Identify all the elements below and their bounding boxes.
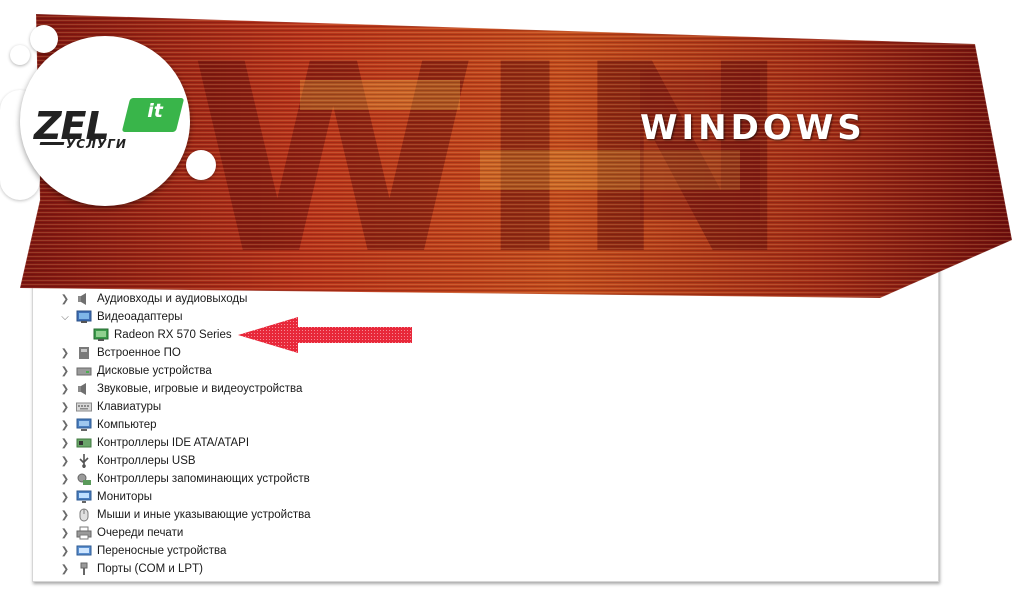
logo-underline bbox=[39, 142, 65, 145]
firmware-icon bbox=[76, 346, 92, 360]
decor-bubble-icon bbox=[10, 45, 30, 65]
tree-item-label: Мыши и иные указывающие устройства bbox=[97, 509, 311, 521]
chevron-right-icon[interactable]: ❯ bbox=[59, 365, 71, 377]
display-adapter-icon bbox=[76, 310, 92, 324]
chevron-down-icon[interactable]: ⌵ bbox=[59, 311, 71, 323]
tree-item-storage-controllers[interactable]: ❯ Контроллеры запоминающих устройств bbox=[59, 470, 310, 488]
chevron-right-icon[interactable]: ❯ bbox=[59, 437, 71, 449]
tree-item-label: Контроллеры IDE ATA/ATAPI bbox=[97, 437, 250, 449]
speaker-icon bbox=[76, 382, 92, 396]
keyboard-icon bbox=[76, 400, 92, 414]
tree-item-firmware[interactable]: ❯ Встроенное ПО bbox=[59, 344, 181, 362]
tree-item-label: Клавиатуры bbox=[97, 401, 162, 413]
chevron-right-icon[interactable]: ❯ bbox=[59, 473, 71, 485]
chevron-right-icon[interactable]: ❯ bbox=[59, 347, 71, 359]
tree-item-ports[interactable]: ❯ Порты (COM и LPT) bbox=[59, 560, 203, 578]
tree-item-label: Контроллеры USB bbox=[97, 455, 196, 467]
display-adapter-icon bbox=[93, 328, 109, 342]
chevron-right-icon[interactable]: ❯ bbox=[59, 383, 71, 395]
tree-item-label: Видеоадаптеры bbox=[97, 311, 183, 323]
printer-icon bbox=[76, 526, 92, 540]
ide-controller-icon bbox=[76, 436, 92, 450]
computer-icon bbox=[76, 418, 92, 432]
tree-item-usb-controllers[interactable]: ❯ Контроллеры USB bbox=[59, 452, 196, 470]
storage-controller-icon bbox=[76, 472, 92, 486]
chevron-right-icon[interactable]: ❯ bbox=[59, 491, 71, 503]
banner-title: WINDOWS bbox=[640, 108, 866, 148]
tree-item-label: Очереди печати bbox=[97, 527, 184, 539]
tree-item-mice[interactable]: ❯ Мыши и иные указывающие устройства bbox=[59, 506, 311, 524]
decor-bubble-icon bbox=[30, 25, 58, 53]
monitor-icon bbox=[76, 490, 92, 504]
tree-item-label: Порты (COM и LPT) bbox=[97, 563, 203, 575]
chevron-right-icon[interactable]: ❯ bbox=[59, 401, 71, 413]
tree-item-label: Компьютер bbox=[97, 419, 157, 431]
tree-item-computer[interactable]: ❯ Компьютер bbox=[59, 416, 157, 434]
mouse-icon bbox=[76, 508, 92, 522]
tree-item-sound-video[interactable]: ❯ Звуковые, игровые и видеоустройства bbox=[59, 380, 302, 398]
tree-item-display-adapters[interactable]: ⌵ Видеоадаптеры bbox=[59, 308, 183, 326]
tree-item-monitors[interactable]: ❯ Мониторы bbox=[59, 488, 152, 506]
tree-item-print-queues[interactable]: ❯ Очереди печати bbox=[59, 524, 183, 542]
tree-item-keyboards[interactable]: ❯ Клавиатуры bbox=[59, 398, 161, 416]
tree-item-ide-controllers[interactable]: ❯ Контроллеры IDE ATA/ATAPI bbox=[59, 434, 249, 452]
device-manager-tree: ❯ Аудиовходы и аудиовыходы ⌵ Видеоадапте… bbox=[32, 262, 939, 582]
decor-bubble-icon bbox=[186, 150, 216, 180]
tree-item-disk-drives[interactable]: ❯ Дисковые устройства bbox=[59, 362, 212, 380]
annotation-arrow-icon bbox=[238, 317, 412, 353]
disk-drive-icon bbox=[76, 364, 92, 378]
usb-icon bbox=[76, 454, 92, 468]
tree-item-label: Звуковые, игровые и видеоустройства bbox=[97, 383, 303, 395]
tree-item-portable-devices[interactable]: ❯ Переносные устройства bbox=[59, 542, 227, 560]
chevron-right-icon[interactable]: ❯ bbox=[59, 563, 71, 575]
chevron-right-icon[interactable]: ❯ bbox=[59, 545, 71, 557]
logo-badge: it bbox=[121, 98, 185, 132]
tree-item-label: Встроенное ПО bbox=[97, 347, 181, 359]
chevron-right-icon[interactable]: ❯ bbox=[59, 509, 71, 521]
port-icon bbox=[76, 562, 92, 576]
logo-badge-text: it bbox=[147, 100, 163, 122]
portable-device-icon bbox=[76, 544, 92, 558]
tree-item-label: Контроллеры запоминающих устройств bbox=[97, 473, 310, 485]
tree-item-radeon-rx-570[interactable]: Radeon RX 570 Series bbox=[93, 326, 232, 344]
chevron-right-icon[interactable]: ❯ bbox=[59, 419, 71, 431]
chevron-right-icon[interactable]: ❯ bbox=[59, 527, 71, 539]
tree-item-label: Переносные устройства bbox=[97, 545, 227, 557]
header-banner: WIN ZEL it УСЛУГИ WINDOWS bbox=[0, 0, 1024, 310]
tree-item-label: Дисковые устройства bbox=[97, 365, 212, 377]
chevron-right-icon[interactable]: ❯ bbox=[59, 455, 71, 467]
logo-subtitle: УСЛУГИ bbox=[66, 137, 127, 151]
screenshot-stage: ❯ Аудиовходы и аудиовыходы ⌵ Видеоадапте… bbox=[0, 0, 1024, 600]
tree-item-label: Radeon RX 570 Series bbox=[114, 329, 232, 341]
tree-item-label: Мониторы bbox=[97, 491, 153, 503]
